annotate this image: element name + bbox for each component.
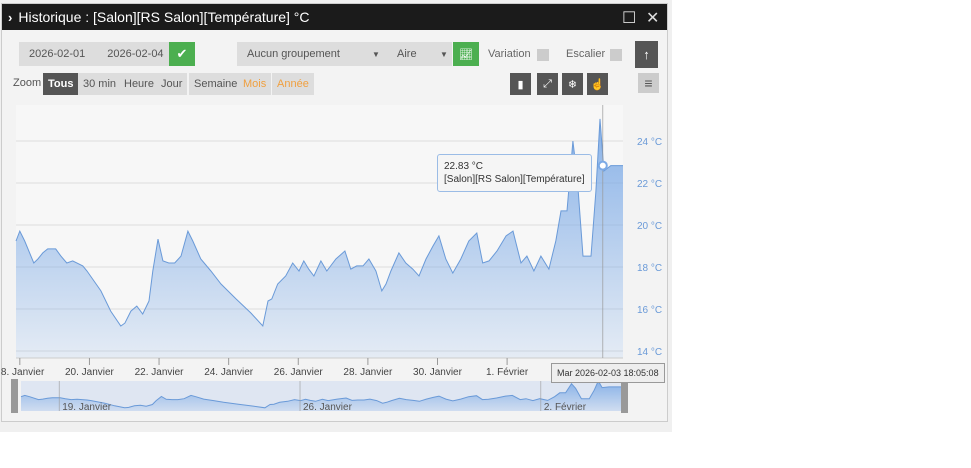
navigator-right-handle[interactable] (621, 379, 628, 413)
y-tick-label: 24 °C (637, 137, 662, 148)
history-window: › Historique : [Salon][RS Salon][Tempéra… (1, 3, 668, 422)
y-tick-label: 18 °C (637, 263, 662, 274)
temperature-chart[interactable]: 14 °C 16 °C 18 °C 20 °C 22 °C 24 °C 18. Janvie… (1, 1, 671, 421)
navigator-tick-label: 26. Janvier (303, 402, 353, 413)
x-tick-label: 24. Janvier (204, 367, 254, 378)
y-tick-label: 14 °C (637, 347, 662, 358)
x-tick-label: 22. Janvier (135, 367, 185, 378)
x-tick-label: 18. Janvier (1, 367, 45, 378)
navigator-left-handle[interactable] (11, 379, 18, 413)
x-tick-label: 20. Janvier (65, 367, 115, 378)
date-tooltip: Mar 2026-02-03 18:05:08 (551, 363, 665, 383)
y-tick-label: 22 °C (637, 179, 662, 190)
x-tick-label: 26. Janvier (274, 367, 324, 378)
tooltip-series: [Salon][RS Salon][Température] (444, 174, 585, 185)
tooltip-value: 22.83 °C (444, 161, 484, 172)
value-tooltip: 22.83 °C [Salon][RS Salon][Température] (437, 154, 592, 192)
y-tick-label: 20 °C (637, 221, 662, 232)
x-tick-label: 30. Janvier (413, 367, 463, 378)
x-tick-label: 28. Janvier (343, 367, 393, 378)
navigator-tick-label: 19. Janvier (62, 402, 112, 413)
navigator-tick-label: 2. Février (544, 402, 587, 413)
x-tick-label: 1. Février (486, 367, 529, 378)
hover-point (597, 160, 608, 171)
y-tick-label: 16 °C (637, 305, 662, 316)
